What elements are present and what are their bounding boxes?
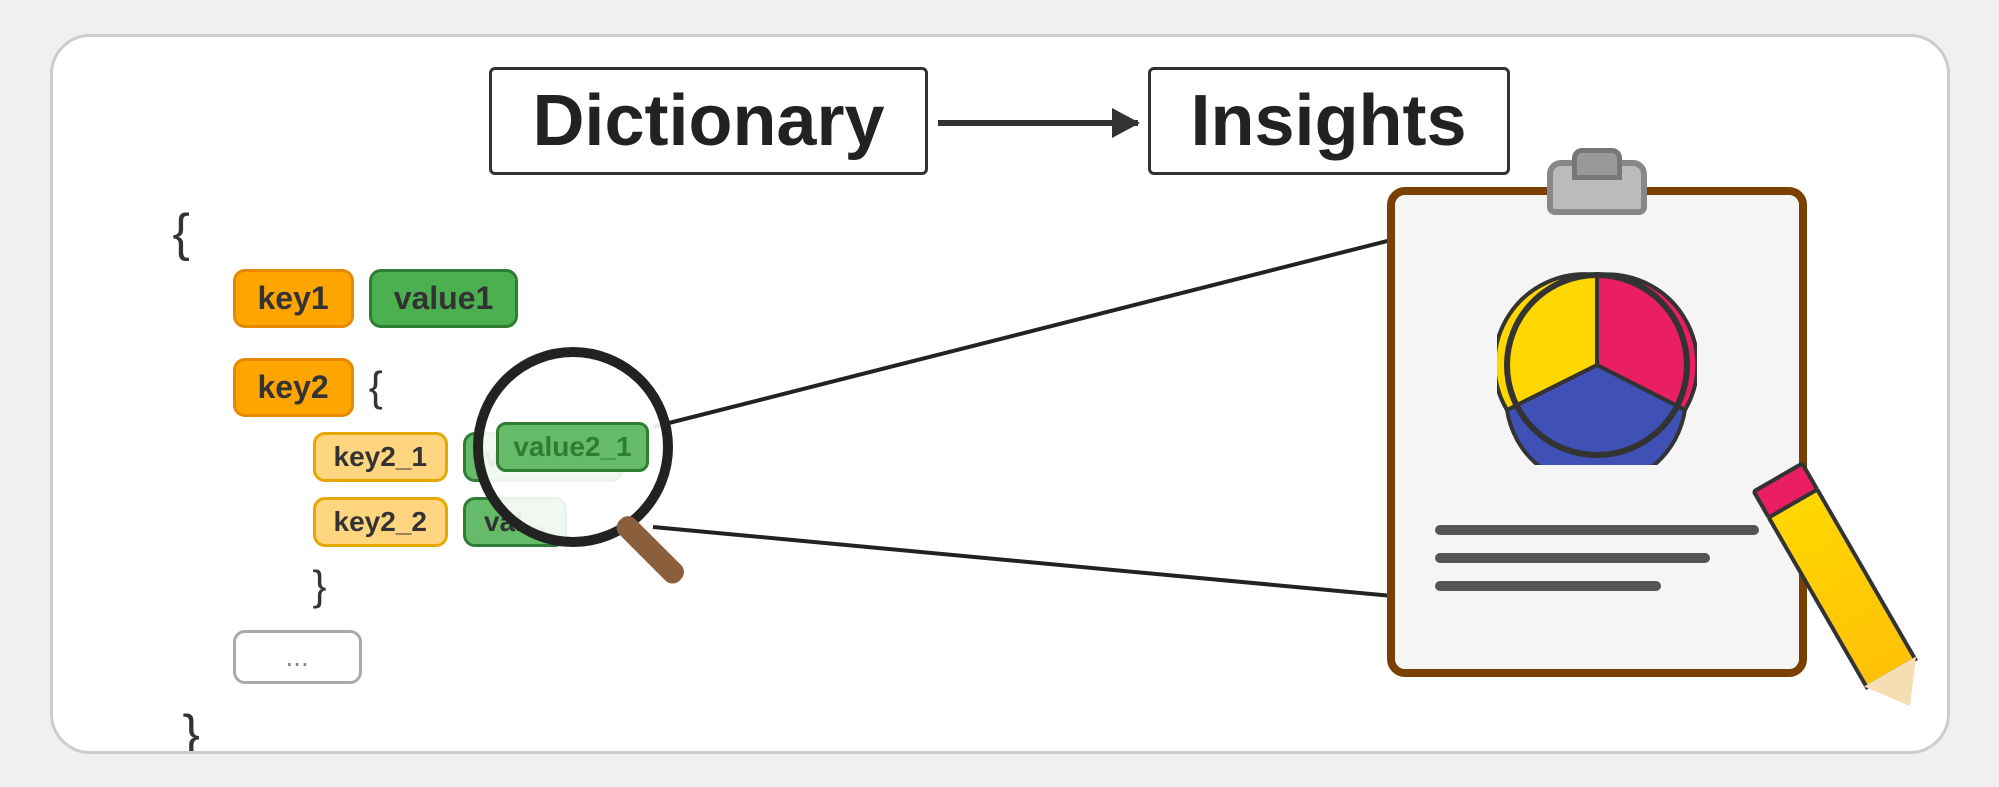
magnifier-handle <box>612 512 688 588</box>
main-container: Dictionary Insights { key1 value1 key2 {… <box>50 34 1950 754</box>
pie-chart-area <box>1497 265 1697 470</box>
magnifier-circle: value2_1 <box>473 347 673 547</box>
key2-1-badge: key2_1 <box>313 432 448 482</box>
magnifier: value2_1 <box>473 347 733 607</box>
brace-close-outer: } <box>183 704 773 754</box>
dict-row1: key1 value1 <box>233 269 773 328</box>
text-line-2 <box>1435 553 1710 563</box>
ellipsis-box: ... <box>233 630 362 684</box>
key2-badge: key2 <box>233 358 354 417</box>
clipboard-illustration <box>1367 137 1867 707</box>
brace-inline-open: { <box>369 363 383 411</box>
text-lines <box>1435 525 1759 609</box>
text-line-1 <box>1435 525 1759 535</box>
dictionary-label: Dictionary <box>489 67 927 175</box>
key2-2-badge: key2_2 <box>313 497 448 547</box>
arrow-right-icon <box>938 120 1138 126</box>
value1-badge: value1 <box>369 269 519 328</box>
key1-badge: key1 <box>233 269 354 328</box>
magnifier-zoom-value: value2_1 <box>496 422 648 472</box>
text-line-3 <box>1435 581 1662 591</box>
brace-open: { <box>173 207 773 259</box>
clipboard-body <box>1387 187 1807 677</box>
pie-chart <box>1497 265 1697 465</box>
clipboard-clip <box>1547 160 1647 215</box>
